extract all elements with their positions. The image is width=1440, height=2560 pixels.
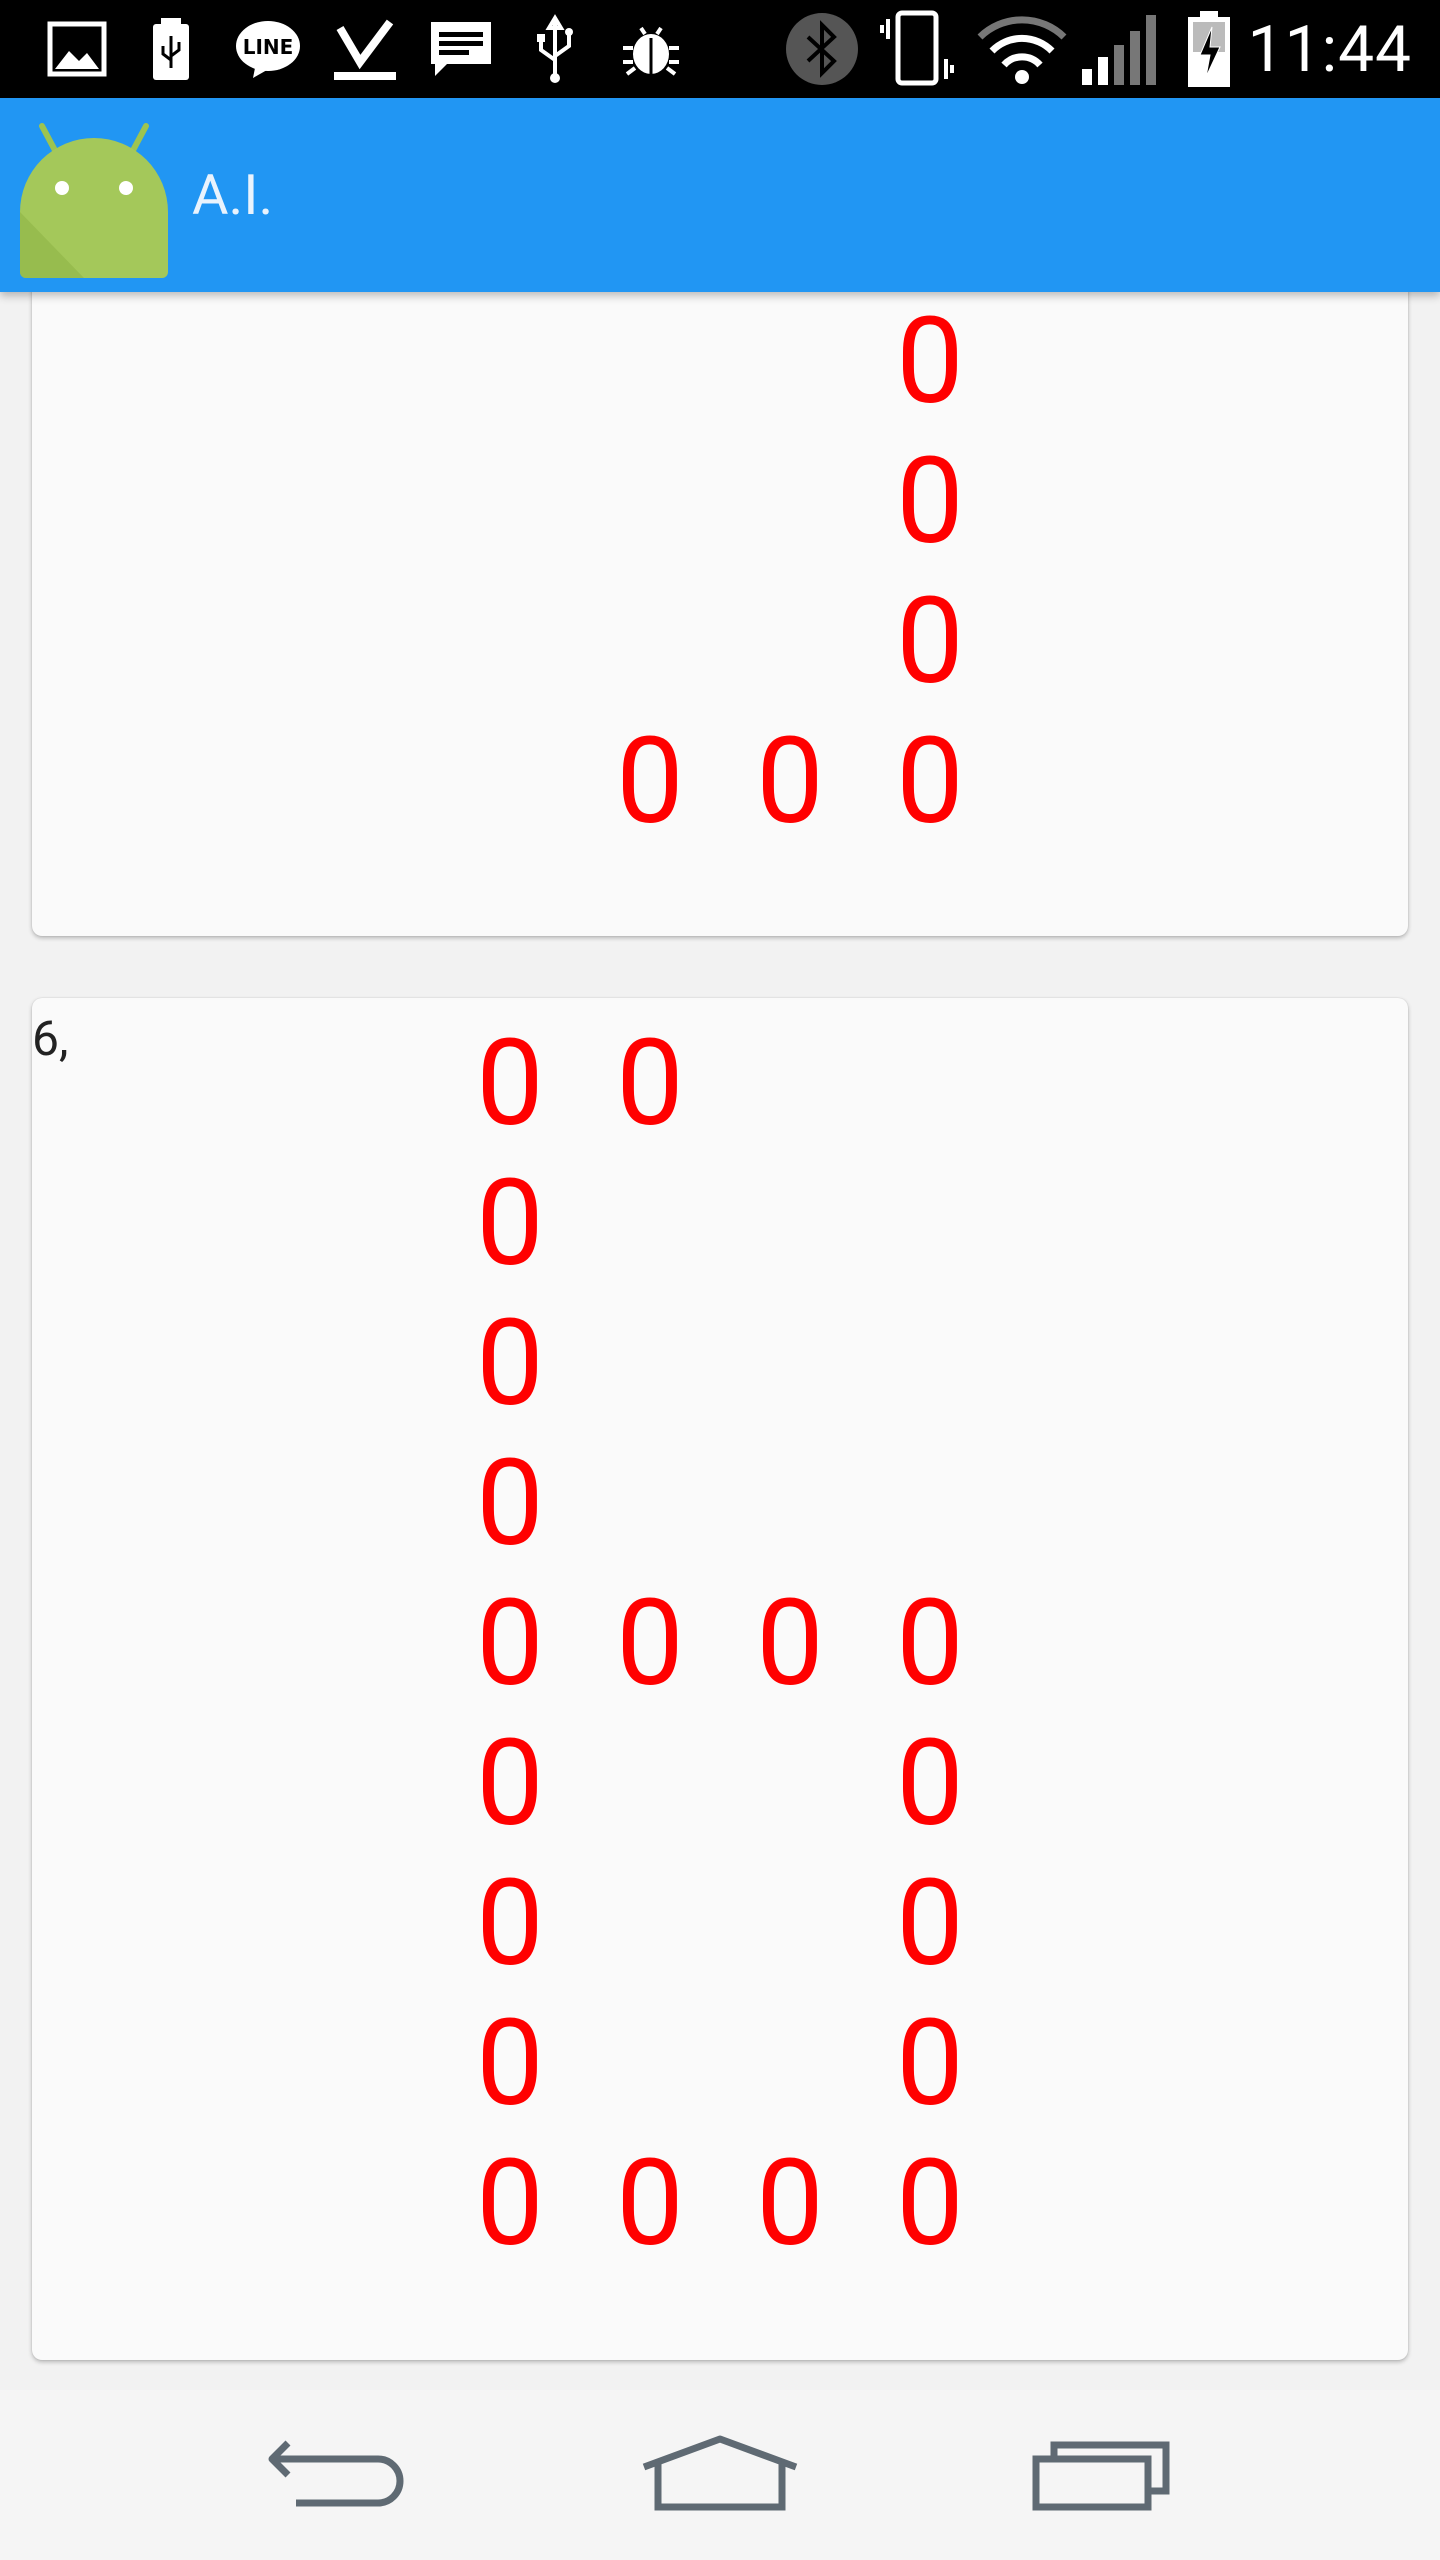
digit-cell: 0 (616, 2134, 684, 2274)
back-button[interactable] (218, 2390, 458, 2560)
home-button[interactable] (600, 2390, 840, 2560)
digit-cell: 0 (616, 712, 684, 852)
digit-cell: 0 (476, 1574, 544, 1714)
status-time: 11:44 (1247, 11, 1412, 87)
digit-cell: 0 (896, 1714, 964, 1854)
digit-cell: 0 (896, 572, 964, 712)
bug-icon (616, 0, 686, 98)
bluetooth-icon (780, 0, 864, 98)
svg-text:LINE: LINE (243, 35, 294, 59)
digit-cell: 0 (476, 1994, 544, 2134)
digit-cell: 0 (756, 2134, 824, 2274)
gallery-icon (44, 0, 110, 98)
digit-grid: 000000 (32, 250, 1408, 936)
digit-cell: 0 (896, 1574, 964, 1714)
digit-cell: 0 (476, 1154, 544, 1294)
digit-cell: 0 (616, 1014, 684, 1154)
action-bar: A.I. (0, 98, 1440, 292)
digit-cell: 0 (476, 1294, 544, 1434)
result-card: 000000 (32, 250, 1408, 936)
digit-cell: 0 (476, 1014, 544, 1154)
android-robot-icon (14, 112, 174, 282)
vibrate-icon (878, 0, 958, 98)
digit-cell: 0 (756, 712, 824, 852)
line-icon: LINE (232, 0, 304, 98)
signal-icon (1078, 0, 1166, 98)
digit-cell: 0 (896, 1994, 964, 2134)
digit-cell: 0 (476, 1434, 544, 1574)
back-icon (268, 2440, 404, 2507)
digit-cell: 0 (756, 1574, 824, 1714)
digit-cell: 0 (896, 712, 964, 852)
digit-cell: 0 (476, 2134, 544, 2274)
digit-cell: 0 (476, 1714, 544, 1854)
recent-apps-icon (1032, 2441, 1170, 2511)
digit-cell: 0 (896, 292, 964, 432)
battery-charging-icon (1182, 0, 1236, 98)
usb-icon (144, 0, 198, 98)
message-icon (428, 0, 494, 98)
wifi-icon (974, 0, 1070, 98)
recent-apps-button[interactable] (982, 2390, 1222, 2560)
usb-debug-icon (530, 0, 580, 98)
digit-grid: 0000000000000000000 (32, 998, 1408, 2360)
navigation-bar (0, 2390, 1440, 2560)
status-bar: LINE 11:44 (0, 0, 1440, 98)
digit-cell: 0 (616, 1574, 684, 1714)
result-card: 6, 0000000000000000000 (32, 998, 1408, 2360)
digit-cell: 0 (896, 432, 964, 572)
home-icon (642, 2435, 798, 2511)
app-title: A.I. (192, 162, 274, 228)
digit-cell: 0 (896, 2134, 964, 2274)
download-done-icon (330, 0, 400, 98)
digit-cell: 0 (476, 1854, 544, 1994)
digit-cell: 0 (896, 1854, 964, 1994)
